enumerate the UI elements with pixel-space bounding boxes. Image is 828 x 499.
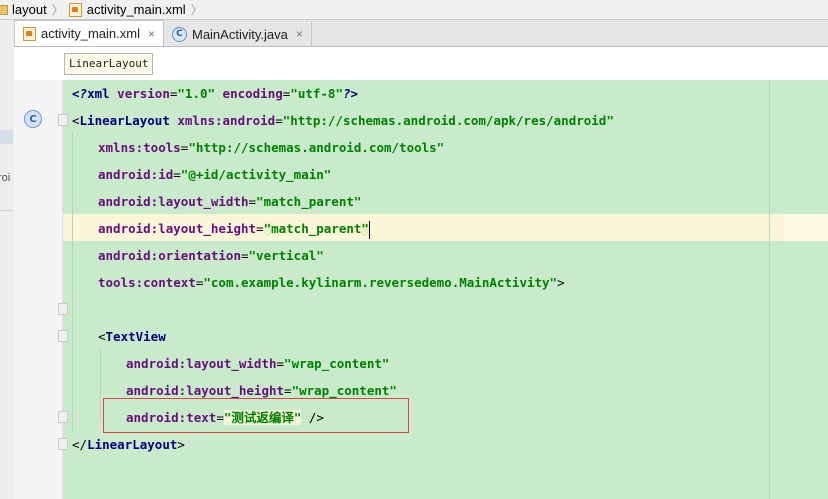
editor-tab-bar: activity_main.xml × C MainActivity.java … xyxy=(14,20,828,47)
tab-activity-main-xml[interactable]: activity_main.xml × xyxy=(14,20,164,46)
class-c-icon: C xyxy=(171,26,187,42)
code-line-7: android:orientation="vertical" xyxy=(98,248,324,263)
tab-mainactivity-java[interactable]: C MainActivity.java × xyxy=(164,22,312,46)
navigation-breadcrumb: layout 〉 activity_main.xml 〉 xyxy=(0,0,828,20)
code-line-2: <LinearLayout xmlns:android="http://sche… xyxy=(72,113,614,128)
breadcrumb-item-layout[interactable]: layout xyxy=(0,0,49,19)
fold-toggle-icon[interactable] xyxy=(58,330,68,342)
right-margin-guide xyxy=(769,80,770,499)
project-tree-text: roi xyxy=(0,172,11,184)
fold-toggle-icon[interactable] xyxy=(58,114,68,126)
tab-label: activity_main.xml xyxy=(41,26,140,41)
close-icon[interactable]: × xyxy=(296,27,303,41)
xml-file-icon xyxy=(68,2,82,17)
indent-guide xyxy=(72,132,73,432)
breadcrumb-item-file[interactable]: activity_main.xml xyxy=(68,0,188,19)
code-line-11: android:layout_width="wrap_content" xyxy=(126,356,390,371)
breadcrumb-label: activity_main.xml xyxy=(86,2,186,17)
code-line-6: android:layout_height="match_parent" xyxy=(98,215,370,242)
code-line-8: tools:context="com.example.kylinarm.reve… xyxy=(98,275,565,290)
text-cursor xyxy=(368,220,370,239)
code-line-14: </LinearLayout> xyxy=(72,437,185,452)
highlight-annotation-box xyxy=(103,398,409,433)
indent-guide xyxy=(100,348,101,418)
code-line-5: android:layout_width="match_parent" xyxy=(98,194,362,209)
structure-hint-row: LinearLayout xyxy=(14,47,828,80)
xml-file-icon xyxy=(23,26,36,41)
chevron-right-icon: 〉 xyxy=(190,3,203,17)
code-line-1: <?xml version="1.0" encoding="utf-8"?> xyxy=(72,86,359,101)
tab-label: MainActivity.java xyxy=(191,26,288,42)
folder-icon xyxy=(0,4,8,15)
editor-gutter xyxy=(14,80,63,499)
code-line-3: xmlns:tools="http://schemas.android.com/… xyxy=(98,140,445,155)
class-marker-icon[interactable]: C xyxy=(24,110,42,128)
code-line-10: <TextView xyxy=(98,329,166,344)
fold-toggle-icon[interactable] xyxy=(58,438,68,450)
structure-hint-chip[interactable]: LinearLayout xyxy=(64,53,154,75)
fold-toggle-icon[interactable] xyxy=(58,411,68,423)
chevron-right-icon: 〉 xyxy=(51,3,64,17)
close-icon[interactable]: × xyxy=(148,27,155,41)
project-panel-strip: roi xyxy=(0,20,15,499)
breadcrumb-label: layout xyxy=(12,2,47,17)
project-tree-selection[interactable] xyxy=(0,130,13,144)
code-line-4: android:id="@+id/activity_main" xyxy=(98,167,332,182)
panel-divider xyxy=(0,210,13,211)
fold-toggle-icon[interactable] xyxy=(58,303,68,315)
